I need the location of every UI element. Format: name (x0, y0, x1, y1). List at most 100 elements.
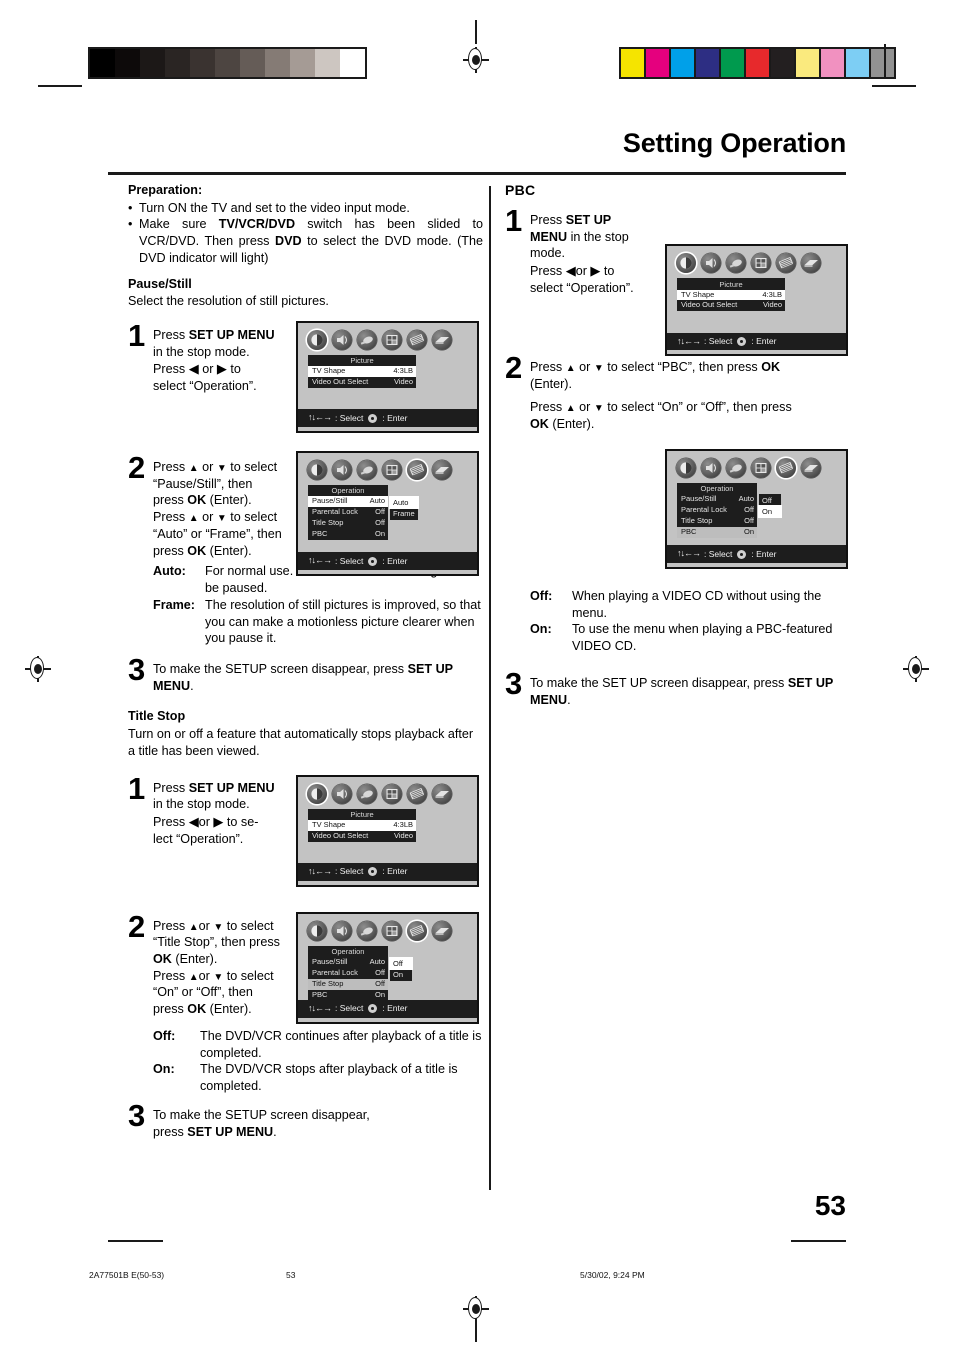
osd-picture-panel: Picture TV Shape 4:3LB Video Out Select … (677, 278, 785, 312)
picture-icon[interactable] (676, 457, 696, 478)
display-icon[interactable] (751, 253, 771, 273)
operation-icon[interactable] (776, 253, 796, 273)
osd-row[interactable]: PBC On (308, 990, 388, 1001)
picture-icon[interactable] (307, 783, 327, 804)
step3-text-a: To make the SETUP screen disappear, pres… (153, 661, 408, 676)
osd-row[interactable]: Parental Lock Off (308, 507, 388, 518)
osd-icon-row (298, 323, 477, 350)
osd-row[interactable]: Title Stop Off (308, 978, 388, 990)
operation-icon[interactable] (407, 783, 427, 804)
disc-icon[interactable] (432, 783, 452, 804)
language-icon[interactable] (357, 783, 377, 804)
audio-icon[interactable] (332, 783, 352, 804)
language-icon[interactable] (726, 457, 746, 478)
display-icon[interactable] (382, 783, 402, 804)
osd-row[interactable]: Video Out Select Video (308, 831, 416, 842)
osd-footer-hint: ↑↓←→ : Select : Enter (298, 552, 477, 570)
display-icon[interactable] (382, 459, 402, 480)
disc-icon[interactable] (432, 459, 452, 480)
osd-submenu-item[interactable]: Auto (389, 495, 419, 510)
audio-icon[interactable] (332, 459, 352, 480)
osd-submenu-item[interactable]: On (390, 969, 412, 980)
osd-row[interactable]: Title Stop Off (308, 518, 388, 529)
osd-row[interactable]: Parental Lock Off (308, 968, 388, 979)
language-icon[interactable] (357, 920, 377, 941)
language-icon[interactable] (357, 329, 377, 350)
operation-icon[interactable] (776, 457, 796, 478)
display-icon[interactable] (382, 329, 402, 350)
osd-row-value: 4:3LB (393, 366, 413, 376)
disc-icon[interactable] (801, 457, 821, 478)
page-title: Setting Operation (622, 128, 846, 158)
osd-row[interactable]: PBC On (308, 529, 388, 540)
audio-icon[interactable] (332, 920, 352, 941)
gray-swatch-7 (265, 49, 290, 77)
osd-submenu-item[interactable]: Frame (390, 508, 418, 519)
step-number: 1 (128, 770, 146, 806)
picture-icon[interactable] (307, 459, 327, 480)
disc-icon[interactable] (432, 329, 452, 350)
crop-mark-top-center (475, 20, 477, 44)
title-rule (108, 172, 846, 175)
osd-row[interactable]: TV Shape 4:3LB (308, 366, 416, 378)
osd-submenu-item[interactable]: On (758, 505, 782, 519)
osd-row[interactable]: Parental Lock Off (677, 505, 757, 516)
display-icon[interactable] (751, 457, 771, 478)
osd-submenu-pause: Auto Frame (389, 495, 419, 521)
osd-row-value: On (374, 989, 385, 999)
preparation-bullet-2-text: Make sure TV/VCR/DVD switch has been sli… (139, 217, 483, 265)
osd-operation-panel: Operation Pause/Still Auto Parental Lock… (308, 484, 388, 540)
osd-row[interactable]: PBC On (677, 527, 757, 538)
audio-icon[interactable] (701, 253, 721, 273)
color-swatch-5 (746, 49, 769, 77)
osd-icon-row (667, 246, 846, 273)
color-swatch-9 (846, 49, 869, 77)
osd-row[interactable]: Pause/Still Auto (677, 494, 757, 505)
display-icon[interactable] (382, 920, 402, 941)
title-stop-intro: Turn on or off a feature that automatica… (128, 727, 474, 758)
pbc-step-1: 1 Press SET UP MENU in the stop mode. Pr… (505, 205, 855, 356)
osd-picture-panel: Picture TV Shape 4:3LB Video Out Select … (308, 808, 416, 842)
osd-row-label: Title Stop (681, 516, 713, 526)
language-icon[interactable] (357, 459, 377, 480)
disc-icon[interactable] (432, 920, 452, 941)
osd-row[interactable]: Title Stop Off (677, 516, 757, 527)
audio-icon[interactable] (332, 329, 352, 350)
definition-desc: The DVD/VCR continues after playback of … (200, 1028, 482, 1060)
enter-button-icon (368, 867, 378, 877)
pause-still-intro: Select the resolution of still pictures. (128, 294, 329, 309)
osd-picture-screen-1: Picture TV Shape 4:3LB Video Out Select … (296, 320, 479, 433)
osd-footer-hint: ↑↓←→ : Select : Enter (298, 863, 477, 881)
picture-icon[interactable] (307, 920, 327, 941)
operation-icon[interactable] (407, 459, 427, 480)
operation-icon[interactable] (407, 920, 427, 941)
osd-panel-title: Picture (719, 279, 743, 289)
osd-row[interactable]: Video Out Select Video (677, 300, 785, 311)
osd-row[interactable]: Pause/Still Auto (308, 496, 388, 508)
picture-icon[interactable] (676, 253, 696, 273)
right-column: PBC 1 Press SET UP MENU in the stop mode… (505, 182, 855, 708)
osd-row-label: Parental Lock (312, 507, 358, 517)
column-divider (489, 186, 491, 1190)
audio-icon[interactable] (701, 457, 721, 478)
step-number: 3 (128, 1097, 146, 1133)
osd-row[interactable]: Pause/Still Auto (308, 957, 388, 968)
language-icon[interactable] (726, 253, 746, 273)
footer-rule-right (791, 1240, 846, 1242)
osd-row-value: Off (375, 507, 385, 517)
osd-row[interactable]: TV Shape 4:3LB (677, 289, 785, 301)
disc-icon[interactable] (801, 253, 821, 273)
page-number: 53 (814, 1190, 846, 1221)
pbc-step-3: 3 To make the SET UP screen disappear, p… (505, 668, 855, 708)
osd-arrows-glyph: ↑↓←→ (308, 866, 332, 877)
operation-icon[interactable] (407, 329, 427, 350)
osd-row[interactable]: TV Shape 4:3LB (308, 820, 416, 831)
osd-submenu-item[interactable]: Off (759, 495, 781, 506)
osd-submenu-item[interactable]: Off (389, 956, 413, 970)
osd-row[interactable]: Video Out Select Video (308, 377, 416, 388)
gray-swatch-1 (115, 49, 140, 77)
picture-icon[interactable] (307, 329, 327, 350)
preparation-bullet-2: Make sure TV/VCR/DVD switch has been sli… (128, 216, 483, 266)
osd-enter-label: : Enter (382, 866, 408, 877)
osd-enter-label: : Enter (751, 548, 777, 559)
